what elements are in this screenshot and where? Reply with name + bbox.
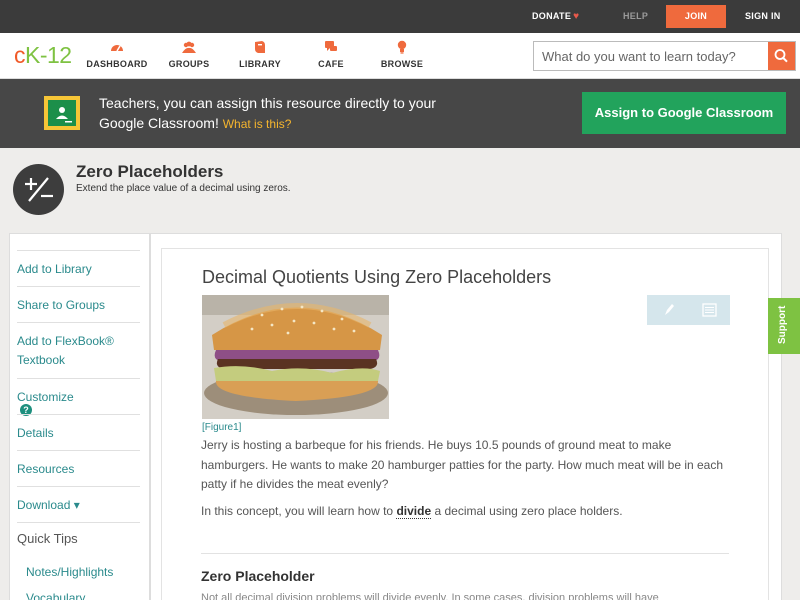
what-is-this-link[interactable]: What is this? (223, 117, 292, 131)
google-classroom-banner: Teachers, you can assign this resource d… (0, 79, 800, 148)
donate-label: DONATE (532, 11, 572, 21)
details-link[interactable]: Details (17, 414, 140, 450)
nav-browse-label: BROWSE (380, 59, 424, 69)
divide-term-link[interactable]: divide (396, 504, 432, 519)
edit-button[interactable] (647, 295, 688, 325)
hamburger-image (202, 295, 389, 419)
banner-message: Teachers, you can assign this resource d… (99, 93, 449, 134)
nav-groups[interactable]: GROUPS (154, 40, 224, 69)
add-to-flexbook-link[interactable]: Add to FlexBook® Textbook (17, 322, 140, 378)
logo-k: K (25, 42, 40, 68)
sidebar-divider (17, 522, 140, 523)
sidebar: Add to Library Share to Groups Add to Fl… (9, 233, 150, 600)
section-heading: Zero Placeholder (201, 568, 315, 584)
gauge-icon (111, 45, 123, 52)
nav-browse[interactable]: BROWSE (367, 40, 437, 69)
google-classroom-icon (44, 96, 80, 130)
join-button[interactable]: JOIN (666, 5, 726, 28)
help-link[interactable]: HELP (623, 0, 648, 33)
note-icon (702, 303, 717, 317)
donate-link[interactable]: DONATE ♥ (532, 0, 579, 33)
quick-tips-heading: Quick Tips (17, 531, 78, 546)
heart-icon: ♥ (573, 11, 580, 22)
nav-groups-label: GROUPS (168, 59, 210, 69)
nav-dashboard[interactable]: DASHBOARD (82, 40, 152, 69)
logo-c: c (14, 42, 26, 68)
vocabulary-link[interactable]: Vocabulary (26, 591, 85, 600)
figure-link[interactable]: [Figure1] (202, 422, 241, 433)
support-tab[interactable]: Support (768, 298, 800, 354)
download-dropdown[interactable]: Download ▾ (17, 486, 140, 522)
plus-minus-icon (13, 164, 64, 215)
customize-label: Customize (17, 390, 74, 404)
share-to-groups-link[interactable]: Share to Groups (17, 286, 140, 322)
assign-google-classroom-button[interactable]: Assign to Google Classroom (582, 92, 786, 134)
nav-dashboard-label: DASHBOARD (86, 59, 148, 69)
concept-text-after: a decimal using zero place holders. (431, 504, 623, 518)
logo-12: -12 (39, 42, 72, 68)
search-box (533, 41, 796, 71)
book-icon (255, 41, 265, 53)
concept-text-before: In this concept, you will learn how to (201, 504, 397, 518)
search-input[interactable] (534, 42, 766, 70)
top-bar: DONATE ♥ HELP JOIN SIGN IN (0, 0, 800, 33)
main-nav: cK-12 DASHBOARD GROUPS LIBRARY CAFE BROW… (0, 33, 800, 79)
pencil-icon (665, 304, 674, 315)
lightbulb-icon (397, 40, 407, 54)
section-body-text: Not all decimal division problems will d… (201, 592, 659, 600)
add-to-library-link[interactable]: Add to Library (17, 250, 140, 286)
intro-paragraph: Jerry is hosting a barbeque for his frie… (201, 438, 724, 491)
article-tools (647, 295, 730, 325)
people-icon (182, 41, 196, 53)
sign-in-link[interactable]: SIGN IN (745, 0, 781, 33)
concept-subtitle: Extend the place value of a decimal usin… (76, 183, 291, 194)
nav-library-label: LIBRARY (239, 59, 281, 69)
article-title: Decimal Quotients Using Zero Placeholder… (202, 267, 552, 287)
support-label: Support (777, 305, 788, 344)
notes-button[interactable] (689, 295, 730, 325)
concept-paragraph: In this concept, you will learn how to d… (201, 502, 731, 522)
ck12-logo[interactable]: cK-12 (14, 42, 72, 69)
nav-cafe-label: CAFE (318, 59, 344, 69)
search-icon (774, 49, 788, 63)
resources-link[interactable]: Resources (17, 450, 140, 486)
search-button[interactable] (768, 42, 795, 70)
chat-bubbles-icon (325, 41, 337, 51)
notes-highlights-link[interactable]: Notes/Highlights (26, 565, 113, 579)
nav-cafe[interactable]: CAFE (296, 40, 366, 69)
customize-link[interactable]: Customize? (17, 378, 140, 416)
section-divider (201, 553, 729, 554)
nav-library[interactable]: LIBRARY (225, 40, 295, 69)
concept-title: Zero Placeholders (76, 162, 224, 181)
